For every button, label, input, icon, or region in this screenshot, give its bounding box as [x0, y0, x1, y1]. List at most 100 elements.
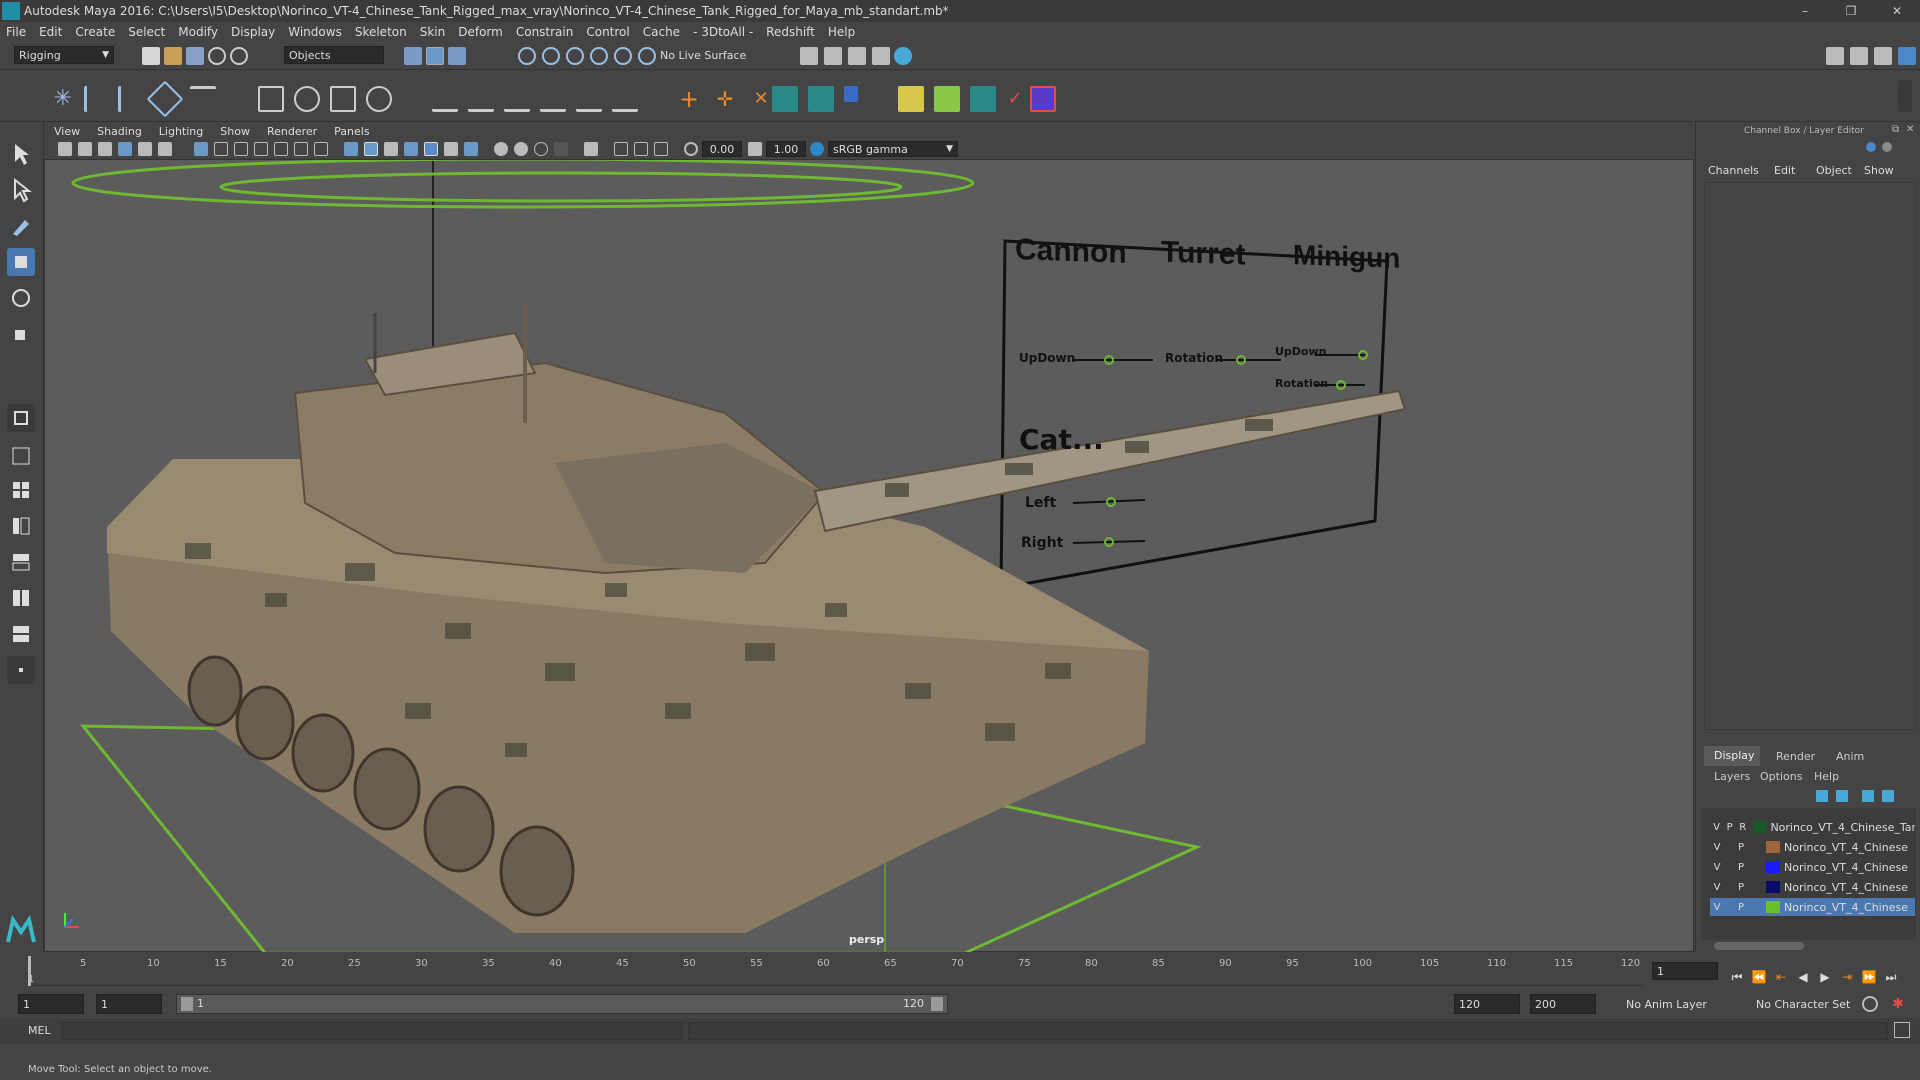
pivot-icon[interactable]: ✛ — [712, 86, 738, 112]
render-settings-icon[interactable] — [800, 47, 818, 65]
magnet-icon[interactable] — [638, 47, 656, 65]
paint-weights-icon[interactable] — [294, 86, 320, 112]
menu-windows[interactable]: Windows — [288, 25, 342, 39]
ik-handle-icon[interactable] — [84, 86, 110, 112]
xray-active-icon[interactable] — [514, 142, 528, 156]
layer-scrollbar[interactable] — [1714, 942, 1804, 950]
rig-script-2-icon[interactable] — [808, 86, 834, 112]
gamma-icon[interactable] — [748, 142, 762, 156]
menu-redshift[interactable]: Redshift — [766, 25, 815, 39]
xray-icon[interactable] — [494, 142, 508, 156]
rotate-tool-icon[interactable] — [7, 284, 35, 312]
safe-title-icon[interactable] — [314, 142, 328, 156]
vp-menu-shading[interactable]: Shading — [97, 125, 142, 138]
four-pane-layout-icon[interactable] — [7, 476, 35, 504]
range-end-handle[interactable] — [931, 997, 943, 1011]
animation-prefs-icon[interactable]: ✱ — [1890, 996, 1906, 1012]
orient-constraint-icon[interactable] — [504, 86, 530, 112]
channel-list[interactable] — [1704, 182, 1916, 730]
menu-modify[interactable]: Modify — [178, 25, 218, 39]
smooth-shade-icon[interactable] — [364, 142, 378, 156]
channel-box-display-icon[interactable] — [1866, 142, 1876, 152]
point-constraint-icon[interactable] — [468, 86, 494, 112]
layer-playback-toggle[interactable]: P — [1723, 822, 1736, 833]
layer-color-swatch[interactable] — [1766, 861, 1780, 873]
vp-menu-view[interactable]: View — [54, 125, 80, 138]
lasso-tool-icon[interactable] — [7, 176, 35, 204]
joint-tool-icon[interactable]: ✳ — [50, 86, 76, 112]
tool-settings-icon[interactable] — [1874, 47, 1892, 65]
layer-playback-toggle[interactable]: P — [1734, 862, 1748, 873]
layer-visibility-toggle[interactable]: V — [1710, 862, 1724, 873]
pole-vector-icon[interactable] — [612, 86, 638, 112]
playback-start-field[interactable]: 1 — [96, 994, 162, 1014]
image-plane-icon[interactable] — [118, 142, 132, 156]
render-view-icon[interactable] — [872, 47, 890, 65]
layer-row-selected[interactable]: V P Norinco_VT_4_Chinese — [1710, 898, 1915, 916]
camera-attributes-icon[interactable] — [78, 142, 92, 156]
shelf-scroll-icon[interactable] — [1898, 80, 1912, 112]
undo-icon[interactable] — [208, 47, 226, 65]
snap-live-icon[interactable] — [614, 47, 632, 65]
play-forwards-icon[interactable]: ▶ — [1816, 968, 1834, 986]
current-frame-field[interactable]: 1 — [1652, 962, 1718, 980]
rig-script-4-icon[interactable] — [970, 86, 996, 112]
move-tool-icon[interactable] — [7, 248, 35, 276]
vp-menu-panels[interactable]: Panels — [334, 125, 369, 138]
grid-icon[interactable] — [194, 142, 208, 156]
range-slider-bar[interactable]: 1 120 — [176, 994, 948, 1014]
locator-icon[interactable]: + — [676, 86, 702, 112]
screen-space-ao-icon[interactable] — [614, 142, 628, 156]
layer-color-swatch[interactable] — [1766, 901, 1780, 913]
menu-help[interactable]: Help — [828, 25, 855, 39]
cb-menu-object[interactable]: Object — [1816, 164, 1852, 177]
move-layer-up-icon[interactable] — [1816, 790, 1828, 802]
select-object-icon[interactable] — [426, 47, 444, 65]
custom-layout-icon[interactable] — [7, 656, 35, 684]
move-layer-down-icon[interactable] — [1836, 790, 1848, 802]
menu-constrain[interactable]: Constrain — [516, 25, 574, 39]
layer-visibility-toggle[interactable]: V — [1710, 842, 1724, 853]
camera-select-icon[interactable] — [58, 142, 72, 156]
step-back-frame-icon[interactable]: ⇤ — [1772, 968, 1790, 986]
menu-3dtoall[interactable]: - 3DtoAll - — [693, 25, 753, 39]
scale-tool-icon[interactable] — [7, 320, 35, 348]
menu-select[interactable]: Select — [128, 25, 165, 39]
layer-color-swatch[interactable] — [1766, 881, 1780, 893]
wireframe-on-shaded-icon[interactable] — [404, 142, 418, 156]
minimize-button[interactable]: – — [1782, 0, 1828, 22]
cb-menu-show[interactable]: Show — [1864, 164, 1894, 177]
gamma-field[interactable]: 1.00 — [766, 141, 806, 157]
shadows-icon[interactable] — [464, 142, 478, 156]
menu-set-dropdown[interactable]: Rigging ▼ — [14, 46, 114, 64]
exposure-field[interactable]: 0.00 — [702, 141, 742, 157]
close-panel-icon[interactable]: ✕ — [1906, 124, 1914, 135]
field-chart-icon[interactable] — [274, 142, 288, 156]
tab-anim[interactable]: Anim — [1836, 750, 1864, 763]
hypershade-layout-icon[interactable] — [7, 584, 35, 612]
default-material-icon[interactable] — [384, 142, 398, 156]
ik-fk-icon[interactable]: ✕ — [748, 86, 774, 112]
graph-layout-icon[interactable] — [7, 548, 35, 576]
rig-script-3-icon[interactable] — [844, 86, 858, 102]
film-gate-icon[interactable] — [214, 142, 228, 156]
anim-layer-dropdown[interactable]: No Anim Layer — [1622, 994, 1742, 1014]
vp-menu-renderer[interactable]: Renderer — [267, 125, 317, 138]
layer-row[interactable]: V P Norinco_VT_4_Chinese — [1710, 858, 1915, 876]
menu-file[interactable]: File — [6, 25, 26, 39]
outliner-layout-icon[interactable] — [7, 512, 35, 540]
layer-menu-layers[interactable]: Layers — [1714, 770, 1750, 783]
range-start-handle[interactable] — [181, 997, 193, 1011]
menu-skeleton[interactable]: Skeleton — [355, 25, 407, 39]
paint-select-icon[interactable] — [7, 212, 35, 240]
layer-row[interactable]: V P Norinco_VT_4_Chinese — [1710, 878, 1915, 896]
snap-grid-icon[interactable] — [518, 47, 536, 65]
go-to-end-icon[interactable]: ⏭ — [1882, 968, 1900, 986]
play-backwards-icon[interactable]: ◀ — [1794, 968, 1812, 986]
viewport-persp[interactable]: Cannon Turret Minigun UpDown Rotation Up… — [44, 122, 1694, 953]
layer-menu-help[interactable]: Help — [1814, 770, 1839, 783]
auto-keyframe-icon[interactable] — [1862, 996, 1878, 1012]
menu-deform[interactable]: Deform — [458, 25, 503, 39]
menu-control[interactable]: Control — [586, 25, 629, 39]
open-scene-icon[interactable] — [164, 47, 182, 65]
